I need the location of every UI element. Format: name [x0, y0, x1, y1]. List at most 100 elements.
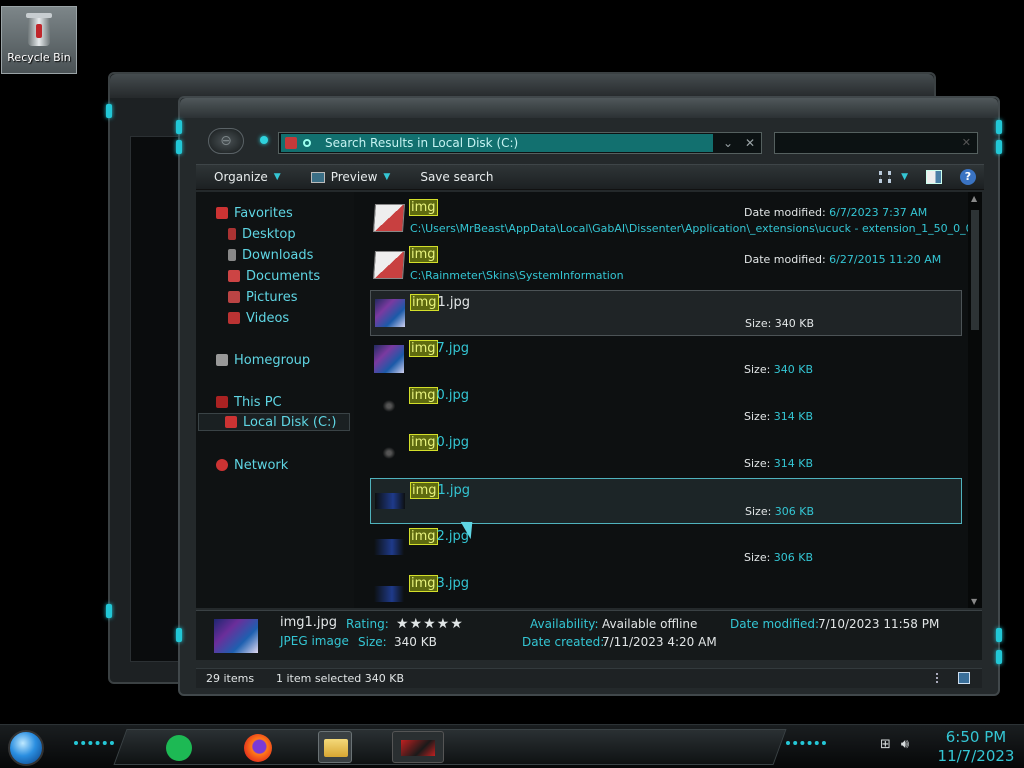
nav-label: Desktop — [242, 226, 296, 242]
taskbar-band — [113, 729, 787, 765]
frame-accent — [106, 604, 112, 618]
sheets-icon — [166, 735, 192, 761]
large-icons-view-icon[interactable] — [958, 672, 970, 684]
frame-accent — [996, 650, 1002, 664]
scrollbar-thumb[interactable] — [971, 210, 979, 330]
file-name: 0.jpg — [436, 388, 470, 403]
file-path: C:\Rainmeter\Skins\SystemInformation — [410, 269, 624, 282]
rating-stars[interactable]: ★★★★★ — [396, 616, 464, 632]
organize-label: Organize — [214, 170, 268, 184]
save-search-button[interactable]: Save search — [420, 170, 493, 184]
recycle-bin-icon — [24, 11, 54, 49]
list-item[interactable]: img7.jpg Size: 340 KB — [370, 337, 962, 383]
nav-local-disk[interactable]: Local Disk (C:) — [198, 413, 350, 431]
date-created-label: Date created: — [522, 635, 605, 649]
vertical-scrollbar[interactable]: ▲ ▼ — [968, 192, 982, 608]
frame-accent — [176, 120, 182, 134]
taskbar-app-sheets[interactable] — [162, 731, 196, 763]
search-folder-icon — [285, 137, 297, 149]
taskbar-app-file-explorer[interactable] — [318, 731, 352, 763]
clear-search-icon[interactable]: ✕ — [962, 136, 971, 149]
frame-accent — [996, 628, 1002, 642]
file-name: 1.jpg — [437, 295, 471, 310]
details-view-icon[interactable] — [936, 673, 946, 683]
file-meta: Date modified: 6/27/2015 11:20 AM — [744, 253, 942, 266]
frame-accent — [176, 628, 182, 642]
list-item[interactable]: img0.jpg Size: 314 KB — [370, 384, 962, 430]
close-search-icon[interactable]: ✕ — [743, 136, 757, 150]
network-tray-icon[interactable]: ⊞ — [880, 737, 891, 752]
search-term-highlight: img — [410, 482, 439, 499]
list-item[interactable]: img C:\Rainmeter\Skins\SystemInformation… — [370, 243, 962, 289]
nav-downloads[interactable]: Downloads — [228, 246, 313, 264]
preview-button[interactable]: Preview ▼ — [310, 170, 390, 184]
item-count: 29 items — [206, 672, 255, 685]
file-meta: Size: 340 KB — [745, 317, 815, 330]
rating-label: Rating: — [346, 617, 389, 631]
date-modified-value: 7/10/2023 11:58 PM — [818, 617, 940, 631]
file-meta: Size: 306 KB — [744, 551, 814, 564]
search-term-highlight: img — [409, 387, 438, 404]
selection-info: 1 item selected 340 KB — [276, 672, 405, 685]
drive-icon — [225, 416, 237, 428]
nav-desktop[interactable]: Desktop — [228, 225, 296, 243]
chevron-down-icon: ▼ — [273, 172, 281, 182]
scroll-down-icon[interactable]: ▼ — [971, 597, 977, 606]
list-item[interactable]: img2.jpg Size: 306 KB — [370, 525, 962, 571]
taskbar-clock[interactable]: 6:50 PM 11/7/2023 — [934, 728, 1018, 766]
command-bar: Organize ▼ Preview ▼ Save search ▼ ? — [196, 164, 984, 190]
back-forward-button[interactable]: ⊖ — [208, 128, 244, 154]
nav-network[interactable]: Network — [216, 456, 288, 474]
nav-this-pc[interactable]: This PC — [216, 393, 282, 411]
background-window-titlebar[interactable] — [110, 74, 934, 98]
size-label: Size: — [358, 635, 387, 649]
nav-label: Favorites — [234, 205, 293, 221]
frame-accent — [996, 140, 1002, 154]
navigation-pane: Favorites Desktop Downloads Documents Pi… — [196, 192, 354, 608]
list-item[interactable]: img C:\Users\MrBeast\AppData\Local\GabAI… — [370, 196, 968, 242]
help-icon[interactable]: ? — [960, 169, 976, 185]
nav-documents[interactable]: Documents — [228, 267, 320, 285]
address-dropdown-icon[interactable]: ⌄ — [721, 136, 735, 150]
volume-icon[interactable]: 🔊︎ — [901, 737, 909, 752]
taskbar: ⊞ 🔊︎ 6:50 PM 11/7/2023 — [0, 724, 1024, 768]
clock-time: 6:50 PM — [945, 728, 1007, 746]
nav-favorites[interactable]: Favorites — [216, 204, 293, 222]
nav-pictures[interactable]: Pictures — [228, 288, 297, 306]
address-path[interactable]: Search Results in Local Disk (C:) — [281, 134, 713, 152]
start-button[interactable] — [8, 730, 44, 766]
date-created-value: 7/11/2023 4:20 AM — [602, 635, 717, 649]
recycle-bin-desktop-icon[interactable]: Recycle Bin — [1, 6, 77, 74]
view-options-icon[interactable] — [879, 171, 892, 183]
taskbar-app-window[interactable] — [392, 731, 444, 763]
list-item[interactable]: img3.jpg — [370, 572, 962, 608]
recent-locations-icon[interactable] — [260, 136, 268, 144]
search-input[interactable]: ✕ — [774, 132, 978, 154]
scroll-up-icon[interactable]: ▲ — [971, 194, 977, 203]
availability-label: Availability: — [530, 617, 599, 631]
explorer-window[interactable]: ⊖ Search Results in Local Disk (C:) ⌄ ✕ … — [176, 96, 1002, 696]
preview-pane-icon[interactable] — [926, 170, 942, 184]
chevron-down-icon[interactable]: ▼ — [901, 172, 908, 182]
address-bar[interactable]: Search Results in Local Disk (C:) ⌄ ✕ — [278, 132, 762, 154]
nav-label: Videos — [246, 310, 290, 326]
file-meta: Size: 340 KB — [744, 363, 814, 376]
organize-button[interactable]: Organize ▼ — [214, 170, 281, 184]
search-term-highlight: img — [410, 294, 439, 311]
nav-homegroup[interactable]: Homegroup — [216, 351, 310, 369]
list-item-hovered[interactable]: img1.jpg Size: 306 KB — [370, 478, 962, 524]
save-search-label: Save search — [420, 170, 494, 184]
search-term-highlight: img — [409, 246, 438, 263]
homegroup-icon — [216, 354, 228, 366]
list-item[interactable]: img0.jpg Size: 314 KB — [370, 431, 962, 477]
nav-label: Homegroup — [234, 352, 311, 368]
image-thumbnail — [374, 586, 404, 602]
nav-videos[interactable]: Videos — [228, 309, 289, 327]
image-thumbnail — [374, 539, 404, 555]
taskbar-decoration — [74, 741, 114, 749]
clock-date: 11/7/2023 — [937, 747, 1015, 765]
file-meta: Size: 314 KB — [744, 410, 814, 423]
list-item-selected[interactable]: img1.jpg Size: 340 KB — [370, 290, 962, 336]
window-titlebar[interactable] — [180, 98, 998, 118]
taskbar-app-firefox[interactable] — [240, 731, 274, 763]
